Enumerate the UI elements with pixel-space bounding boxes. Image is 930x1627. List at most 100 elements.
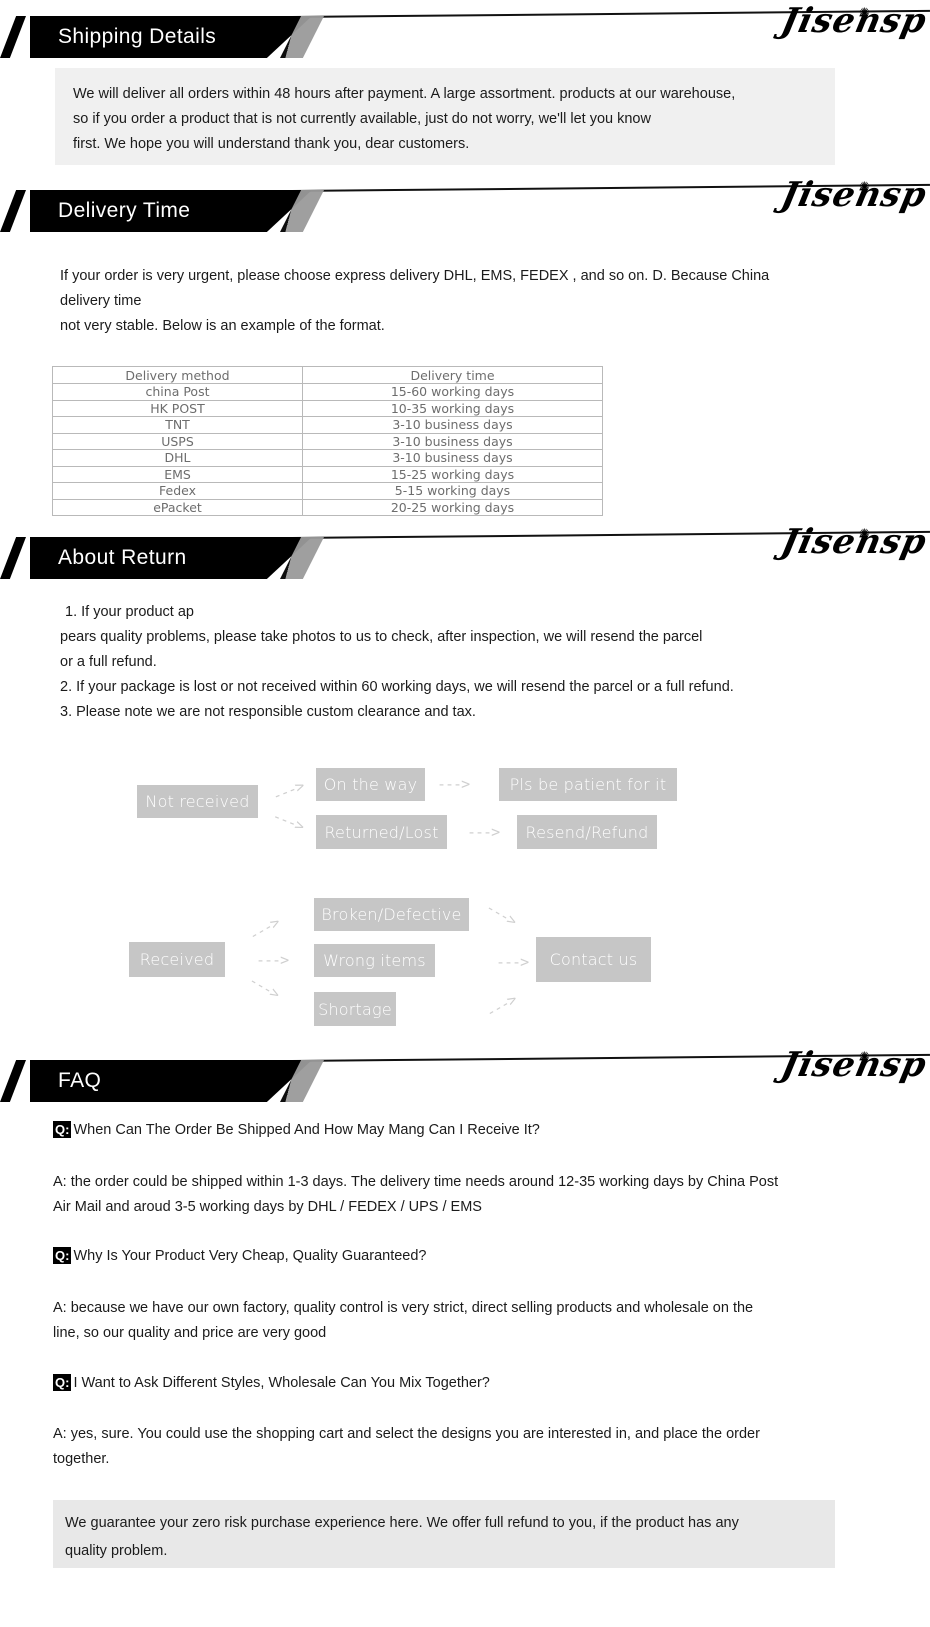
flow-box-broken-defective: Broken/Defective bbox=[314, 898, 469, 931]
faq-answer-line: line, so our quality and price are very … bbox=[53, 1325, 327, 1341]
cell-time: 15-60 working days bbox=[302, 383, 603, 401]
delivery-line-3: not very stable. Below is an example of … bbox=[60, 318, 385, 334]
cell-method: Fedex bbox=[52, 482, 303, 500]
faq-answer-line: Air Mail and aroud 3-5 working days by D… bbox=[53, 1199, 482, 1215]
return-line-2: pears quality problems, please take phot… bbox=[60, 629, 703, 645]
flow-box-on-the-way: On the way bbox=[316, 768, 425, 801]
shipping-details-box: We will deliver all orders within 48 hou… bbox=[55, 68, 835, 165]
delivery-time-text: If your order is very urgent, please cho… bbox=[60, 264, 860, 339]
banner-slash-icon bbox=[0, 16, 26, 58]
cell-method: ePacket bbox=[52, 498, 303, 516]
brand-name: Jisensp bbox=[777, 522, 930, 562]
cell-time: 15-25 working days bbox=[302, 465, 603, 483]
section-title-faq: FAQ bbox=[58, 1069, 102, 1092]
section-delivery-banner: Delivery Time ✺ Jisensp bbox=[0, 175, 930, 232]
cell-method: china Post bbox=[52, 383, 303, 401]
return-line-1: 1. If your product ap bbox=[65, 604, 194, 620]
flow-box-returned-lost: Returned/Lost bbox=[316, 815, 447, 849]
brand-logo: ✺ Jisensp bbox=[777, 175, 930, 215]
shipping-line-3: first. We hope you will understand thank… bbox=[73, 136, 470, 152]
guarantee-box: We guarantee your zero risk purchase exp… bbox=[53, 1500, 835, 1568]
cell-time: 10-35 working days bbox=[302, 399, 603, 417]
banner-slash-icon bbox=[0, 537, 26, 579]
table-header-method: Delivery method bbox=[52, 366, 303, 384]
faq-question-2: Q: Why Is Your Product Very Cheap, Quali… bbox=[53, 1247, 427, 1264]
faq-answer-2: A: because we have our own factory, qual… bbox=[53, 1296, 853, 1346]
flow-arrow-shortage-to-contact: ---> bbox=[482, 990, 520, 1022]
flow-box-received: Received bbox=[129, 942, 225, 977]
guarantee-line-1: We guarantee your zero risk purchase exp… bbox=[65, 1515, 739, 1531]
section-shipping-banner: Shipping Details ✺ Jisensp bbox=[0, 1, 930, 58]
banner-slash-icon bbox=[0, 190, 26, 232]
delivery-line-1: If your order is very urgent, please cho… bbox=[60, 268, 770, 284]
cell-method: DHL bbox=[52, 449, 303, 467]
table-row: DHL 3-10 business days bbox=[52, 449, 603, 467]
table-row: ePacket 20-25 working days bbox=[52, 498, 603, 516]
cell-method: TNT bbox=[52, 416, 303, 434]
delivery-methods-table: Delivery method Delivery time china Post… bbox=[52, 366, 603, 516]
faq-question-text: I Want to Ask Different Styles, Wholesal… bbox=[73, 1374, 490, 1391]
cell-time: 5-15 working days bbox=[302, 482, 603, 500]
cell-time: 3-10 business days bbox=[302, 449, 603, 467]
table-header-row: Delivery method Delivery time bbox=[52, 366, 603, 384]
table-row: china Post 15-60 working days bbox=[52, 383, 603, 401]
table-row: HK POST 10-35 working days bbox=[52, 399, 603, 417]
flow-arrow-wrong-to-contact: ---> bbox=[496, 953, 529, 971]
faq-answer-line: together. bbox=[53, 1451, 110, 1467]
flow-box-shortage: Shortage bbox=[314, 992, 396, 1026]
faq-q-badge: Q: bbox=[53, 1374, 72, 1391]
brand-name: Jisensp bbox=[777, 1045, 930, 1085]
cell-time: 20-25 working days bbox=[302, 498, 603, 516]
flow-arrow-to-patient: ---> bbox=[437, 775, 470, 793]
table-row: TNT 3-10 business days bbox=[52, 416, 603, 434]
shipping-line-1: We will deliver all orders within 48 hou… bbox=[73, 86, 736, 102]
faq-question-text: Why Is Your Product Very Cheap, Quality … bbox=[73, 1247, 427, 1264]
faq-answer-3: A: yes, sure. You could use the shopping… bbox=[53, 1422, 853, 1472]
section-title-return: About Return bbox=[58, 546, 187, 569]
faq-answer-line: A: because we have our own factory, qual… bbox=[53, 1300, 754, 1316]
flow-arrow-to-shortage: ---> bbox=[245, 971, 283, 1003]
table-header-time: Delivery time bbox=[302, 366, 603, 384]
cell-time: 3-10 business days bbox=[302, 416, 603, 434]
flow-arrow-to-on-the-way: ---> bbox=[269, 776, 307, 806]
flow-box-resend-refund: Resend/Refund bbox=[517, 815, 657, 849]
faq-question-text: When Can The Order Be Shipped And How Ma… bbox=[73, 1121, 540, 1138]
brand-logo: ✺ Jisensp bbox=[777, 1, 930, 41]
faq-answer-line: A: the order could be shipped within 1-3… bbox=[53, 1174, 779, 1190]
cell-method: USPS bbox=[52, 432, 303, 450]
section-title-delivery: Delivery Time bbox=[58, 199, 191, 222]
flow-arrow-to-returned-lost: ---> bbox=[269, 806, 307, 836]
flow-arrow-to-broken: ---> bbox=[245, 913, 283, 945]
brand-name: Jisensp bbox=[777, 175, 930, 215]
section-return-banner: About Return ✺ Jisensp bbox=[0, 522, 930, 579]
return-line-3: or a full refund. bbox=[60, 654, 157, 670]
faq-answer-1: A: the order could be shipped within 1-3… bbox=[53, 1170, 853, 1220]
banner-slash-icon bbox=[0, 1060, 26, 1102]
faq-question-3: Q: I Want to Ask Different Styles, Whole… bbox=[53, 1374, 490, 1391]
return-line-4: 2. If your package is lost or not receiv… bbox=[60, 679, 734, 695]
guarantee-line-2: quality problem. bbox=[65, 1543, 168, 1559]
brand-name: Jisensp bbox=[777, 1, 930, 41]
faq-q-badge: Q: bbox=[53, 1247, 72, 1264]
cell-time: 3-10 business days bbox=[302, 432, 603, 450]
delivery-line-2: delivery time bbox=[60, 293, 142, 309]
flow-box-wrong-items: Wrong items bbox=[314, 944, 435, 977]
flow-box-not-received: Not received bbox=[137, 785, 258, 818]
brand-logo: ✺ Jisensp bbox=[777, 1045, 930, 1085]
faq-question-1: Q: When Can The Order Be Shipped And How… bbox=[53, 1121, 540, 1138]
flow-arrow-broken-to-contact: ---> bbox=[482, 898, 520, 930]
faq-answer-line: A: yes, sure. You could use the shopping… bbox=[53, 1426, 760, 1442]
brand-logo: ✺ Jisensp bbox=[777, 522, 930, 562]
flow-arrow-to-wrong-items: ---> bbox=[256, 951, 289, 969]
table-row: EMS 15-25 working days bbox=[52, 465, 603, 483]
section-title-shipping: Shipping Details bbox=[58, 25, 217, 48]
cell-method: HK POST bbox=[52, 399, 303, 417]
shipping-line-2: so if you order a product that is not cu… bbox=[73, 111, 651, 127]
cell-method: EMS bbox=[52, 465, 303, 483]
faq-q-badge: Q: bbox=[53, 1121, 72, 1138]
flow-box-pls-be-patient: Pls be patient for it bbox=[499, 768, 677, 801]
table-row: Fedex 5-15 working days bbox=[52, 482, 603, 500]
flow-arrow-to-resend-refund: ---> bbox=[467, 823, 500, 841]
about-return-text: 1. If your product ap pears quality prob… bbox=[60, 600, 860, 725]
return-line-5: 3. Please note we are not responsible cu… bbox=[60, 704, 476, 720]
